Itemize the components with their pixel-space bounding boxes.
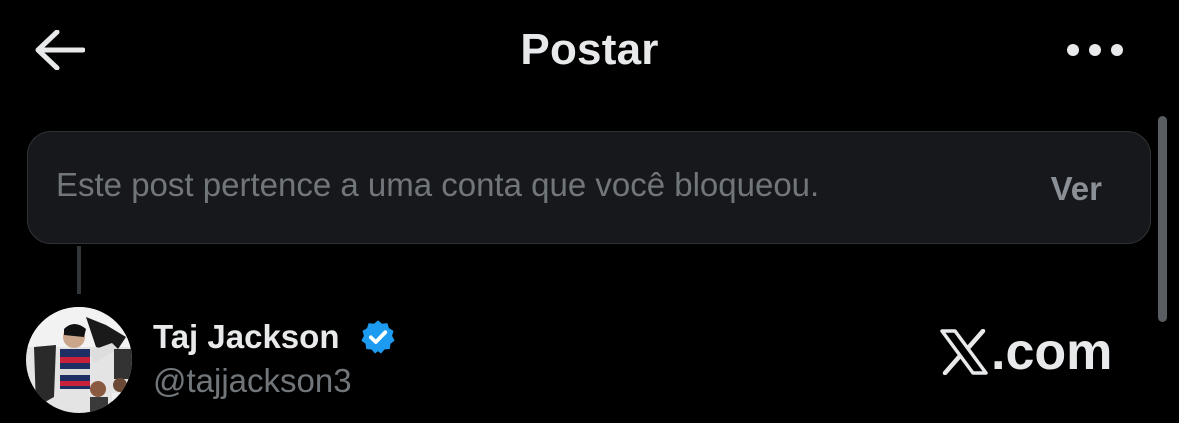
x-watermark: .com [940,322,1112,382]
blocked-post-notice: Este post pertence a uma conta que você … [27,131,1151,244]
avatar-photo [26,307,132,413]
author-name[interactable]: Taj Jackson [153,318,339,356]
top-bar: Postar [0,0,1179,100]
more-options-button[interactable] [1060,30,1130,70]
watermark-domain-text: .com [991,323,1113,381]
avatar[interactable] [26,307,132,413]
thread-connector-line [77,246,81,294]
verified-badge-icon [361,320,395,354]
page-title: Postar [520,25,659,74]
author-handle[interactable]: @tajjackson3 [153,362,352,400]
scrollbar[interactable] [1158,116,1167,322]
view-post-button[interactable]: Ver [1051,170,1102,208]
more-horizontal-icon [1067,44,1123,56]
blocked-post-message: Este post pertence a uma conta que você … [56,166,820,203]
x-logo-icon [940,329,988,375]
